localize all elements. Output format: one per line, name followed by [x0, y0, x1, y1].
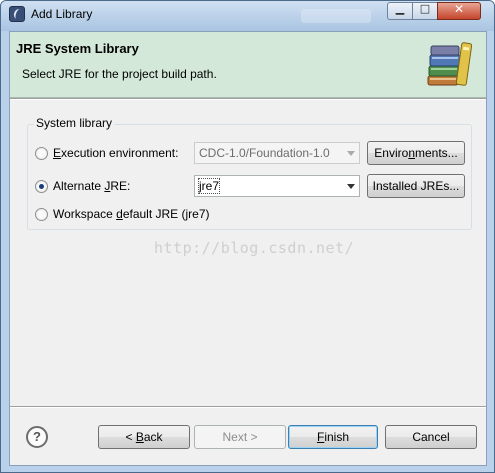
environments-button[interactable]: Environments...	[367, 141, 465, 165]
minimize-icon: ▁	[395, 2, 405, 15]
footer-separator	[10, 406, 486, 408]
workspace-default-jre-label: Workspace default JRE (jre7)	[53, 207, 210, 221]
chevron-down-icon	[347, 184, 355, 189]
close-icon: ✕	[453, 2, 465, 16]
alternate-jre-label: Alternate JRE:	[53, 179, 131, 193]
execution-environment-label: Execution environment:	[53, 146, 179, 160]
installed-jres-button[interactable]: Installed JREs...	[367, 174, 465, 198]
wizard-header: JRE System Library Select JRE for the pr…	[10, 32, 486, 98]
workspace-default-jre-radio[interactable]: Workspace default JRE (jre7)	[35, 205, 210, 223]
window-title: Add Library	[31, 7, 93, 21]
eclipse-app-icon	[9, 6, 25, 22]
close-button[interactable]: ✕	[437, 2, 481, 20]
dialog-body: JRE System Library Select JRE for the pr…	[9, 31, 487, 466]
page-title: JRE System Library	[16, 41, 139, 56]
title-bar[interactable]: Add Library ▁ □ ✕	[1, 1, 494, 31]
chevron-down-icon	[347, 151, 355, 156]
alternate-jre-combo[interactable]: jre7	[194, 175, 360, 197]
radio-indicator[interactable]	[35, 207, 48, 221]
next-button[interactable]: Next >	[194, 425, 286, 449]
finish-button[interactable]: Finish	[288, 425, 378, 449]
cancel-button[interactable]: Cancel	[385, 425, 477, 449]
combo-value: jre7	[197, 178, 221, 194]
execution-environment-combo[interactable]: CDC-1.0/Foundation-1.0	[194, 142, 360, 164]
group-label: System library	[34, 116, 115, 130]
radio-indicator[interactable]	[35, 179, 48, 193]
library-books-icon	[427, 42, 472, 86]
watermark-text: http://blog.csdn.net/	[154, 239, 355, 257]
radio-indicator[interactable]	[35, 146, 48, 160]
header-separator	[10, 98, 486, 100]
combo-value: CDC-1.0/Foundation-1.0	[199, 146, 330, 160]
title-bar-reflection	[301, 9, 371, 23]
minimize-button[interactable]: ▁	[387, 2, 413, 20]
help-icon[interactable]: ?	[26, 426, 48, 448]
execution-environment-radio[interactable]: Execution environment:	[35, 144, 178, 162]
alternate-jre-radio[interactable]: Alternate JRE:	[35, 177, 130, 195]
maximize-button[interactable]: □	[412, 2, 438, 20]
back-button[interactable]: < Back	[98, 425, 190, 449]
system-library-group: System library Execution environment: CD…	[27, 116, 472, 230]
maximize-icon: □	[419, 2, 431, 15]
add-library-dialog: Add Library ▁ □ ✕ JRE System Library Sel…	[0, 0, 495, 473]
page-description: Select JRE for the project build path.	[22, 67, 217, 81]
